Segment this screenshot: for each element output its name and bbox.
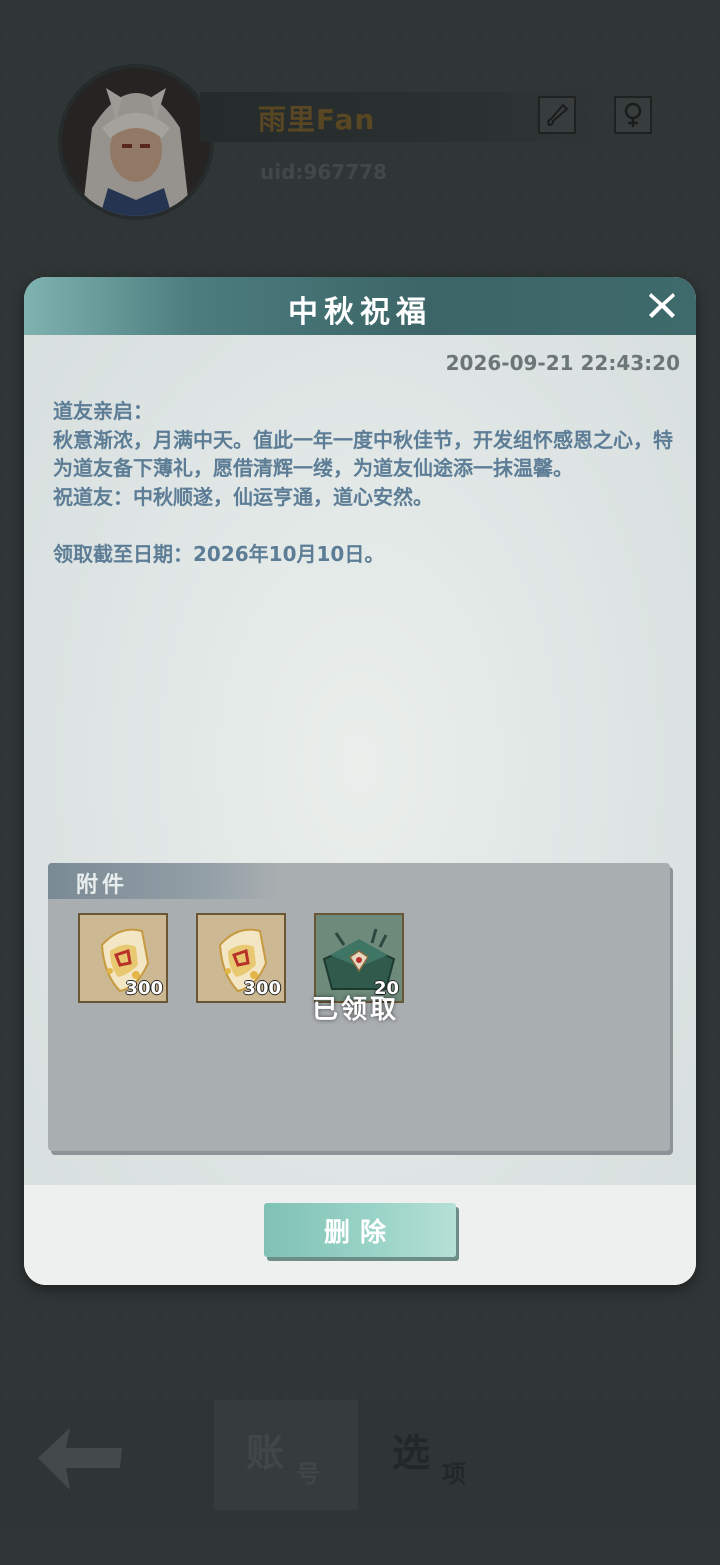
dialog-body: 2026-09-21 22:43:20 道友亲启： 秋意渐浓，月满中天。值此一年… [24, 335, 696, 1285]
attachments-tab: 附件 [48, 863, 278, 899]
close-icon [649, 293, 675, 318]
dialog-title: 中秋祝福 [288, 295, 432, 330]
mail-timestamp: 2026-09-21 22:43:20 [445, 351, 680, 375]
delete-button[interactable]: 删除 [264, 1203, 456, 1257]
dialog-header: 中秋祝福 [24, 277, 696, 335]
attachments-panel: 附件 300 300 20 已领取 [48, 863, 670, 1151]
mail-content: 道友亲启： 秋意渐浓，月满中天。值此一年一度中秋佳节，开发组怀感恩之心，特为道友… [53, 399, 673, 566]
attachment-qty: 300 [125, 978, 163, 999]
attachment-item[interactable]: 300 [196, 913, 286, 1003]
mail-dialog: 中秋祝福 2026-09-21 22:43:20 道友亲启： 秋意渐浓，月满中天… [24, 277, 696, 1285]
claimed-label: 已领取 [312, 995, 400, 1025]
attachment-item[interactable]: 300 [78, 913, 168, 1003]
close-button[interactable] [642, 285, 682, 325]
attachment-qty: 300 [243, 978, 281, 999]
delete-button-label: 删除 [323, 1217, 396, 1248]
attachments-label: 附件 [76, 873, 129, 898]
